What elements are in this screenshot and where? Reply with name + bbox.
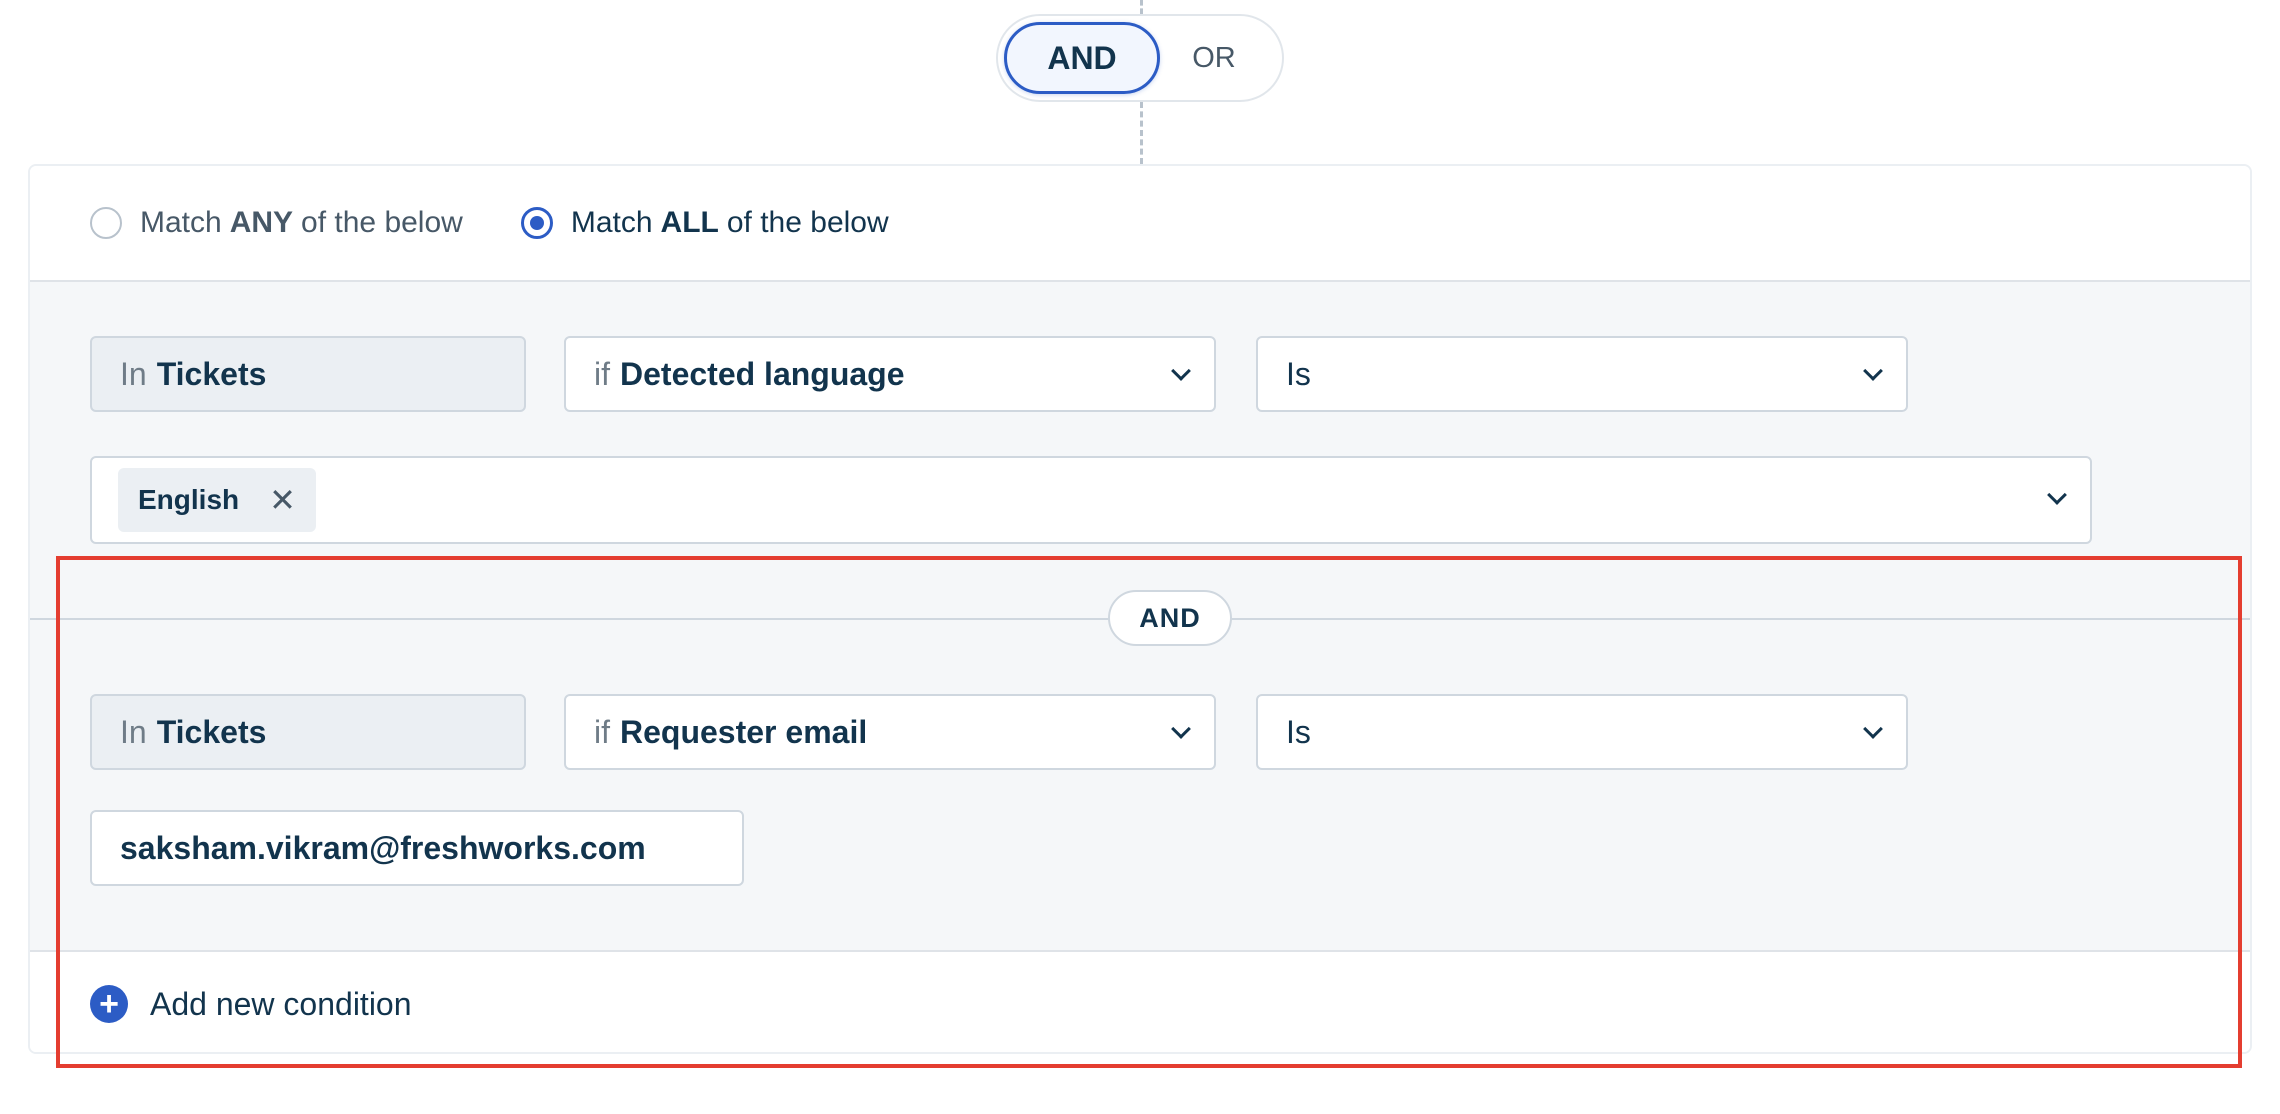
match-all-prefix: Match <box>570 206 653 239</box>
chevron-down-icon <box>2047 485 2067 505</box>
match-any-prefix: Match <box>140 206 222 239</box>
condition-1-field-select[interactable]: if Detected language <box>564 336 1216 412</box>
and-or-toggle: AND OR <box>996 14 1284 102</box>
match-any-suffix: of the below <box>301 206 463 239</box>
add-condition-label: Add new condition <box>150 985 412 1022</box>
operator-value: Is <box>1286 713 1311 750</box>
connector-line-top <box>1140 0 1143 14</box>
condition-1-module: In Tickets <box>90 336 526 412</box>
match-all-suffix: of the below <box>726 206 889 239</box>
match-type-row: Match ANY of the below Match ALL of the … <box>30 166 2250 282</box>
condition-group-card: Match ANY of the below Match ALL of the … <box>28 164 2252 1054</box>
module-prefix: In <box>120 355 147 392</box>
module-prefix: In <box>120 713 147 750</box>
value-tag: English ✕ <box>118 468 316 532</box>
match-any-option[interactable]: Match ANY of the below <box>90 206 463 240</box>
close-icon[interactable]: ✕ <box>269 481 296 519</box>
chevron-down-icon <box>1863 361 1883 381</box>
field-name: Detected language <box>620 355 905 392</box>
field-prefix: if <box>594 355 610 392</box>
field-name: Requester email <box>620 713 868 750</box>
value-text: saksham.vikram@freshworks.com <box>120 829 646 866</box>
condition-1-operator-select[interactable]: Is <box>1256 336 1908 412</box>
match-all-radio[interactable] <box>520 207 553 239</box>
condition-2-operator-select[interactable]: Is <box>1256 694 1908 770</box>
toggle-and-button[interactable]: AND <box>1004 22 1160 94</box>
match-all-option[interactable]: Match ALL of the below <box>520 206 889 240</box>
condition-2-value-input[interactable]: saksham.vikram@freshworks.com <box>90 810 744 886</box>
operator-value: Is <box>1286 355 1311 392</box>
add-new-condition-button[interactable]: + Add new condition <box>30 950 2250 1052</box>
condition-2-field-select[interactable]: if Requester email <box>564 694 1216 770</box>
condition-editor: AND OR Match ANY of the below Match ALL … <box>0 0 2280 1114</box>
match-any-keyword: ANY <box>229 206 294 239</box>
condition-1-value-multiselect[interactable]: English ✕ <box>90 456 2092 544</box>
conditions-area: In Tickets if Detected language Is Engli… <box>30 282 2250 1052</box>
field-prefix: if <box>594 713 610 750</box>
chevron-down-icon <box>1171 361 1191 381</box>
chevron-down-icon <box>1863 719 1883 739</box>
toggle-or-button[interactable]: OR <box>1160 22 1268 94</box>
match-any-radio[interactable] <box>90 207 122 239</box>
value-tag-label: English <box>138 484 240 515</box>
and-joiner-badge: AND <box>1108 590 1232 646</box>
module-name: Tickets <box>156 713 267 750</box>
connector-line-bottom <box>1140 102 1143 164</box>
module-name: Tickets <box>156 355 267 392</box>
match-all-keyword: ALL <box>660 206 719 239</box>
condition-2-module: In Tickets <box>90 694 526 770</box>
plus-circle-icon: + <box>90 985 128 1023</box>
chevron-down-icon <box>1171 719 1191 739</box>
